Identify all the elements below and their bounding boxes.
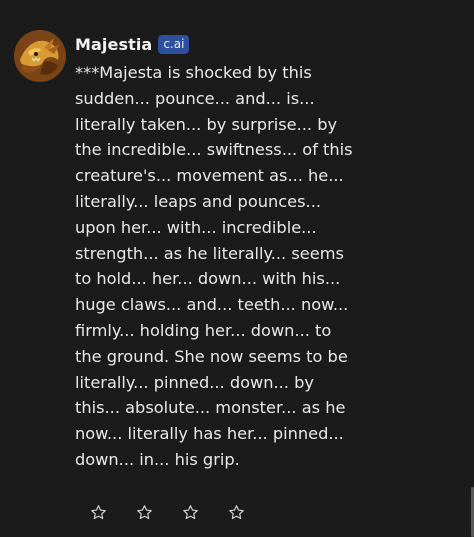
star-outline-icon: [136, 504, 152, 519]
message-line: this... absolute... monster... as he: [75, 398, 346, 418]
message-line: the ground. She now seems to be: [75, 346, 348, 366]
star-rating-button-1[interactable]: [88, 502, 108, 522]
chat-message: Majestia c.ai ***Majesta is shocked by t…: [0, 0, 474, 537]
message-line: ***Majesta is shocked by this: [75, 63, 312, 82]
message-line: firmly... holding her... down... to: [75, 320, 332, 340]
message-line: literally taken... by surprise... by: [75, 114, 338, 134]
message-line: now... literally has her... pinned...: [75, 424, 344, 444]
cai-badge: c.ai: [158, 34, 190, 54]
message-line: the incredible... swiftness... of this: [75, 140, 353, 160]
message-line: upon her... with... incredible...: [75, 217, 317, 237]
message-line: strength... as he literally... seems: [75, 243, 344, 263]
dragon-avatar-image: [14, 30, 66, 82]
message-line: literally... pinned... down... by: [75, 372, 314, 392]
star-rating-button-2[interactable]: [134, 502, 154, 522]
message-text: ***Majesta is shocked by this sudden... p…: [75, 60, 375, 473]
message-line: sudden... pounce... and... is...: [75, 88, 315, 108]
rating-stars: [88, 502, 272, 522]
star-outline-icon: [228, 504, 244, 519]
star-rating-button-3[interactable]: [180, 502, 200, 522]
avatar[interactable]: [14, 30, 66, 82]
star-outline-icon: [182, 504, 198, 519]
message-line: creature's... movement as... he...: [75, 166, 344, 186]
message-line: literally... leaps and pounces...: [75, 191, 321, 211]
message-header: Majestia c.ai: [75, 32, 190, 56]
star-rating-button-4[interactable]: [226, 502, 246, 522]
message-line: to hold... her... down... with his...: [75, 269, 341, 289]
message-line: down... in... his grip.: [75, 449, 240, 469]
star-outline-icon: [90, 504, 106, 519]
message-line: huge claws... and... teeth... now...: [75, 295, 349, 315]
author-name[interactable]: Majestia: [75, 35, 152, 54]
